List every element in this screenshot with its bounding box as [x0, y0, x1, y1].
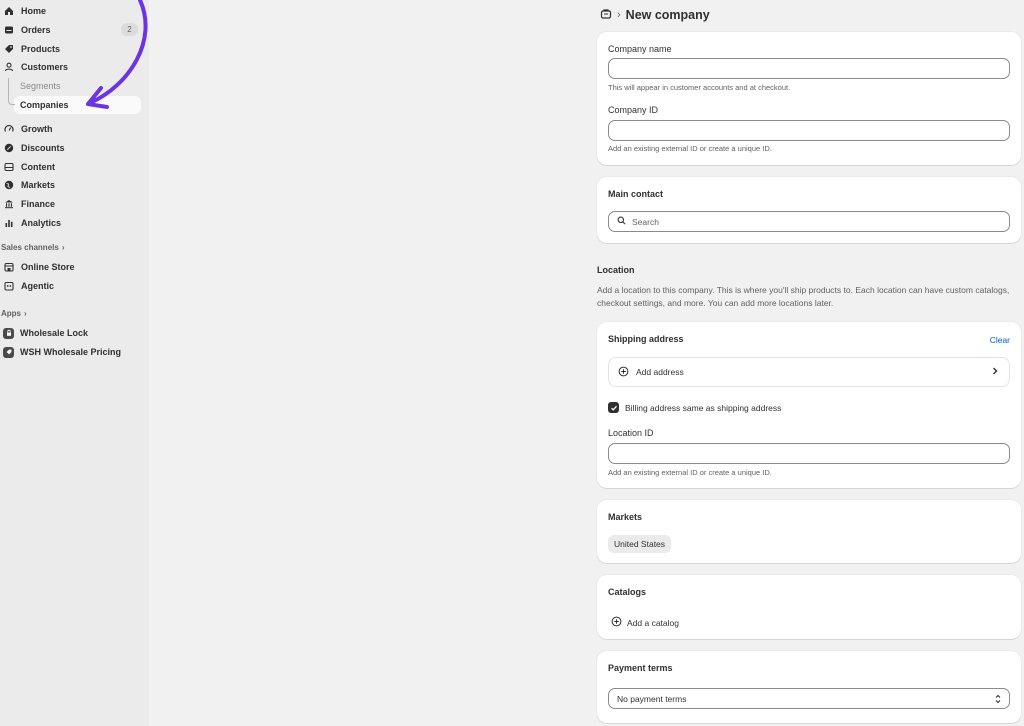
bar-chart-icon	[3, 217, 15, 229]
sidebar-item-markets[interactable]: Markets	[0, 176, 141, 194]
sidebar-item-growth[interactable]: Growth	[0, 120, 141, 138]
add-address-label: Add address	[636, 367, 684, 377]
sidebar-item-finance[interactable]: Finance	[0, 195, 141, 213]
content-icon	[3, 161, 15, 173]
tree-connector	[8, 78, 15, 105]
location-id-input[interactable]	[608, 443, 1010, 464]
tag-icon	[3, 43, 15, 55]
sidebar-item-label: Orders	[21, 25, 51, 35]
contact-search-input[interactable]: Search	[608, 211, 1010, 232]
globe-icon	[3, 179, 15, 191]
billing-same-row[interactable]: Billing address same as shipping address	[608, 402, 781, 413]
bank-icon	[3, 198, 15, 210]
add-catalog-button[interactable]: Add a catalog	[611, 616, 679, 629]
chevron-right-icon	[991, 366, 999, 378]
catalogs-title: Catalogs	[608, 587, 647, 597]
payment-terms-title: Payment terms	[608, 663, 673, 673]
location-id-help: Add an existing external ID or create a …	[608, 468, 772, 477]
page-title: New company	[625, 8, 710, 22]
main-contact-title: Main contact	[608, 189, 664, 199]
discount-icon	[3, 142, 15, 154]
company-name-input[interactable]	[608, 58, 1010, 79]
home-icon	[3, 5, 15, 17]
company-card: Company name This will appear in custome…	[597, 32, 1021, 165]
markets-card: Markets United States	[597, 500, 1021, 563]
chevron-right-icon: ›	[24, 309, 27, 318]
shipping-address-title: Shipping address	[608, 334, 684, 344]
sidebar-item-content[interactable]: Content	[0, 158, 141, 176]
sidebar-item-label: Markets	[21, 180, 56, 190]
payment-terms-value: No payment terms	[617, 693, 687, 704]
store-icon	[3, 261, 15, 273]
annotation-arrow	[86, 0, 148, 109]
app-icon	[3, 346, 14, 358]
location-description: Add a location to this company. This is …	[597, 285, 1010, 308]
company-id-label: Company ID	[608, 105, 659, 115]
app-icon	[3, 327, 14, 339]
catalogs-card: Catalogs Add a catalog	[597, 575, 1021, 639]
sidebar-item-label: Content	[21, 162, 55, 172]
company-name-label: Company name	[608, 44, 672, 54]
add-catalog-label: Add a catalog	[627, 617, 679, 628]
person-icon	[3, 61, 15, 73]
market-tag: United States	[608, 535, 672, 553]
orders-icon	[3, 24, 15, 36]
location-id-label: Location ID	[608, 428, 654, 438]
sidebar-item-discounts[interactable]: Discounts	[0, 139, 141, 157]
sidebar-item-label: Finance	[21, 199, 56, 209]
markets-title: Markets	[608, 512, 643, 522]
breadcrumb-chevron-icon: ›	[617, 9, 621, 21]
sidebar-item-label: Discounts	[21, 143, 65, 153]
sidebar-item-label: Wholesale Lock	[20, 328, 89, 338]
company-name-help: This will appear in customer accounts an…	[608, 83, 791, 92]
page-header: › New company	[600, 6, 710, 24]
page: Home Orders 2 Products Customers Segment…	[0, 0, 1024, 726]
main-contact-card: Main contact Search	[597, 177, 1021, 243]
chevron-right-icon: ›	[61, 243, 65, 252]
sidebar-item-analytics[interactable]: Analytics	[0, 214, 141, 232]
company-icon	[600, 8, 612, 22]
gauge-icon	[3, 123, 15, 135]
sidebar-item-agentic[interactable]: Agentic	[0, 277, 141, 295]
search-placeholder: Search	[632, 216, 659, 227]
sidebar-item-online-store[interactable]: Online Store	[0, 258, 141, 276]
apps-header[interactable]: Apps ›	[1, 309, 27, 318]
select-chevrons-icon	[994, 693, 1002, 707]
sales-channels-header[interactable]: Sales channels ›	[1, 243, 64, 252]
payment-terms-select[interactable]: No payment terms	[608, 688, 1010, 709]
company-id-help: Add an existing external ID or create a …	[608, 144, 772, 153]
plus-circle-icon	[611, 616, 622, 629]
billing-same-label: Billing address same as shipping address	[625, 402, 782, 413]
payment-terms-card: Payment terms No payment terms	[597, 651, 1021, 723]
sidebar-item-label: Online Store	[21, 262, 75, 272]
add-address-row[interactable]: Add address	[608, 357, 1010, 387]
clear-link[interactable]: Clear	[990, 335, 1010, 345]
sidebar-item-label: WSH Wholesale Pricing	[20, 347, 122, 357]
sidebar-item-label: Growth	[21, 124, 53, 134]
sidebar-item-label: Agentic	[21, 281, 55, 291]
search-icon	[617, 216, 626, 227]
agentic-icon	[3, 280, 15, 292]
location-title: Location	[597, 265, 635, 275]
sidebar-item-label: Analytics	[21, 218, 62, 228]
sidebar-item-label: Home	[21, 6, 47, 16]
sidebar-item-label: Products	[21, 44, 61, 54]
plus-circle-icon	[618, 366, 629, 379]
billing-same-checkbox[interactable]	[608, 402, 619, 413]
sidebar-item-wsh-wholesale-pricing[interactable]: WSH Wholesale Pricing	[0, 343, 141, 361]
sidebar-item-wholesale-lock[interactable]: Wholesale Lock	[0, 324, 141, 342]
company-id-input[interactable]	[608, 120, 1010, 141]
shipping-address-card: Shipping address Clear Add address Billi…	[597, 322, 1021, 488]
